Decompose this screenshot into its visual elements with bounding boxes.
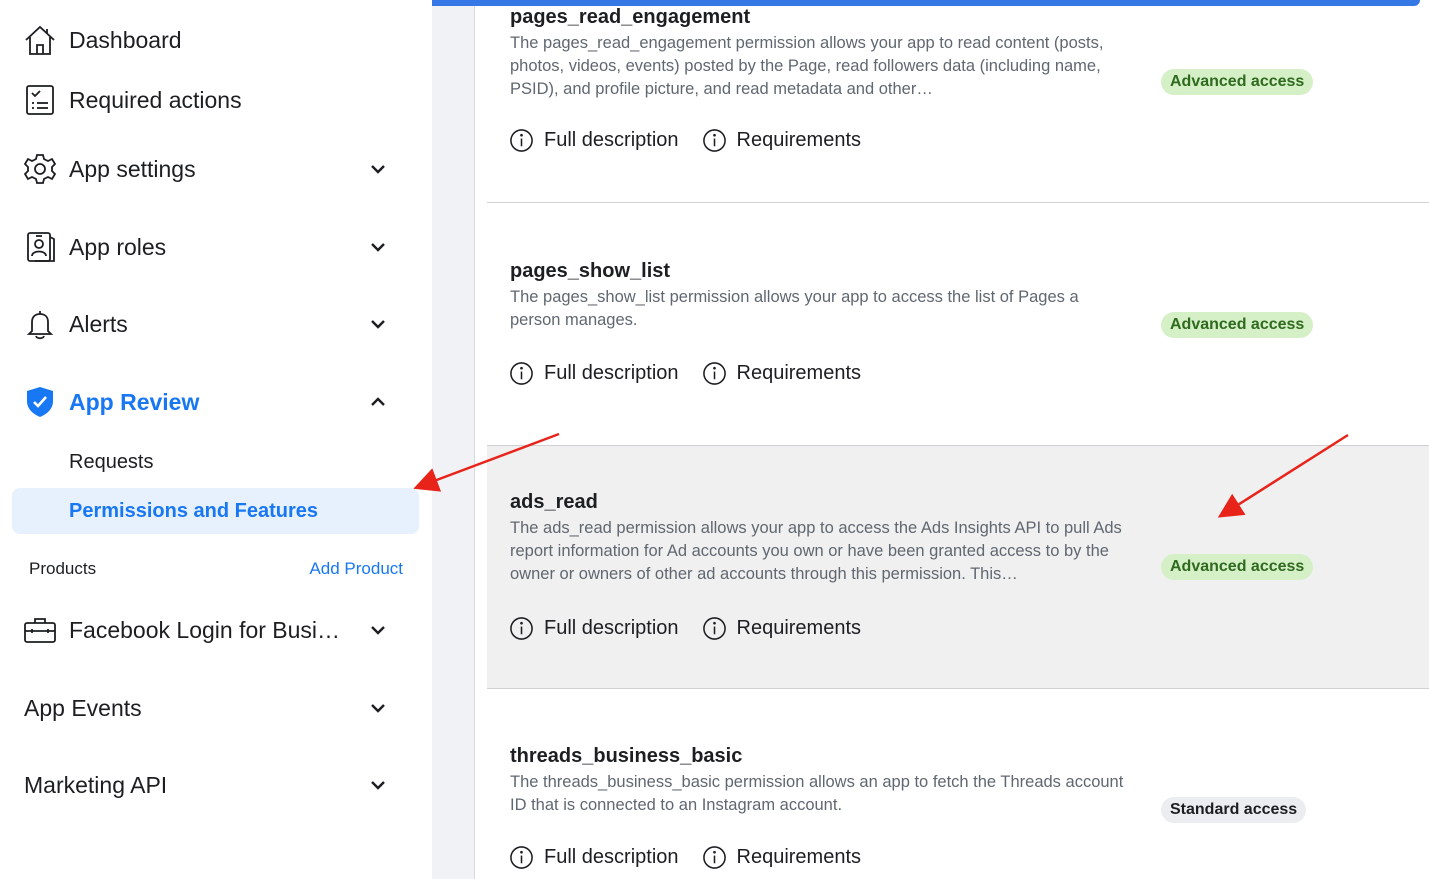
home-icon [22,22,58,58]
gutter-divider [474,6,475,879]
sidebar-item-app-roles[interactable]: App roles [22,225,402,269]
full-description-label: Full description [544,129,679,151]
permission-row-threads-business-basic: threads_business_basic The threads_busin… [487,689,1429,879]
full-description-link[interactable]: Full description [509,616,679,641]
permission-description: The ads_read permission allows your app … [510,519,1122,583]
info-icon [510,846,533,869]
sidebar: Dashboard Required actions App settings … [0,0,432,879]
requirements-label: Requirements [736,617,862,639]
access-badge: Advanced access [1161,554,1314,580]
chevron-down-icon[interactable] [366,235,390,259]
full-description-link[interactable]: Full description [509,361,679,386]
products-label: Products [29,559,97,578]
info-icon [702,129,726,152]
chevron-down-icon[interactable] [366,312,390,336]
sidebar-item-label: Marketing API [24,771,168,798]
access-badge: Standard access [1161,797,1307,823]
sidebar-subitem-requests[interactable]: Requests [12,439,419,485]
requirements-label: Requirements [736,129,862,151]
info-icon [702,846,726,869]
info-icon [702,362,726,385]
full-description-link[interactable]: Full description [509,128,679,153]
full-description-label: Full description [544,617,679,639]
sidebar-item-dashboard[interactable]: Dashboard [22,18,402,62]
sidebar-item-facebook-login[interactable]: Facebook Login for Busi… [22,608,402,652]
sidebar-item-label: Required actions [69,86,242,113]
permission-links: Full description Requirements [509,845,884,870]
chevron-down-icon[interactable] [366,157,390,181]
access-badge: Advanced access [1161,312,1314,338]
id-badge-icon [22,229,58,265]
sidebar-item-label: Alerts [69,310,128,337]
sidebar-item-label: Dashboard [69,26,182,53]
content-gutter [432,6,474,879]
requirements-label: Requirements [736,846,862,868]
info-icon [702,617,726,640]
sidebar-item-alerts[interactable]: Alerts [22,302,402,346]
sidebar-item-label: App Events [24,694,142,721]
sidebar-item-label: Facebook Login for Busi… [69,616,341,643]
permission-links: Full description Requirements [509,616,884,641]
requirements-link[interactable]: Requirements [702,128,862,153]
permission-row-pages-read-engagement: pages_read_engagement The pages_read_eng… [487,0,1429,203]
permission-name: ads_read [510,491,598,513]
permission-name: threads_business_basic [510,745,743,767]
access-badge: Advanced access [1161,69,1314,95]
sidebar-item-marketing-api[interactable]: Marketing API [22,763,402,807]
products-header: Products Add Product [29,556,403,582]
gear-icon [22,151,58,187]
requirements-link[interactable]: Requirements [702,845,862,870]
full-description-label: Full description [544,362,679,384]
sidebar-item-app-events[interactable]: App Events [22,686,402,730]
sidebar-item-app-review[interactable]: App Review [22,380,402,424]
info-icon [510,129,533,152]
full-description-label: Full description [544,846,679,868]
chevron-down-icon[interactable] [366,618,390,642]
permission-description: The pages_read_engagement permission all… [510,34,1104,98]
add-product-link[interactable]: Add Product [309,559,403,579]
permission-description: The threads_business_basic permission al… [510,773,1124,814]
permission-name: pages_show_list [510,260,671,282]
requirements-link[interactable]: Requirements [702,361,862,386]
chevron-down-icon[interactable] [366,696,390,720]
chevron-down-icon[interactable] [366,773,390,797]
info-icon [510,362,533,385]
permission-links: Full description Requirements [509,361,884,386]
sidebar-item-label: App roles [69,233,167,260]
sidebar-subitem-permissions-and-features[interactable]: Permissions and Features [12,488,419,534]
checklist-icon [22,82,58,118]
sidebar-item-app-settings[interactable]: App settings [22,147,402,191]
full-description-link[interactable]: Full description [509,845,679,870]
sidebar-item-label: App settings [69,155,196,182]
permission-name: pages_read_engagement [510,6,751,28]
sidebar-item-label: App Review [69,388,200,415]
permission-description: The pages_show_list permission allows yo… [510,288,1079,329]
info-icon [510,617,533,640]
requirements-label: Requirements [736,362,862,384]
briefcase-icon [22,612,58,648]
requirements-link[interactable]: Requirements [702,616,862,641]
sidebar-item-required-actions[interactable]: Required actions [22,78,402,122]
permission-row-ads-read: ads_read The ads_read permission allows … [487,446,1429,689]
bell-icon [22,306,58,342]
permission-row-pages-show-list: pages_show_list The pages_show_list perm… [487,203,1429,446]
permission-links: Full description Requirements [509,128,884,153]
shield-check-icon [22,384,58,420]
chevron-up-icon[interactable] [366,390,390,414]
